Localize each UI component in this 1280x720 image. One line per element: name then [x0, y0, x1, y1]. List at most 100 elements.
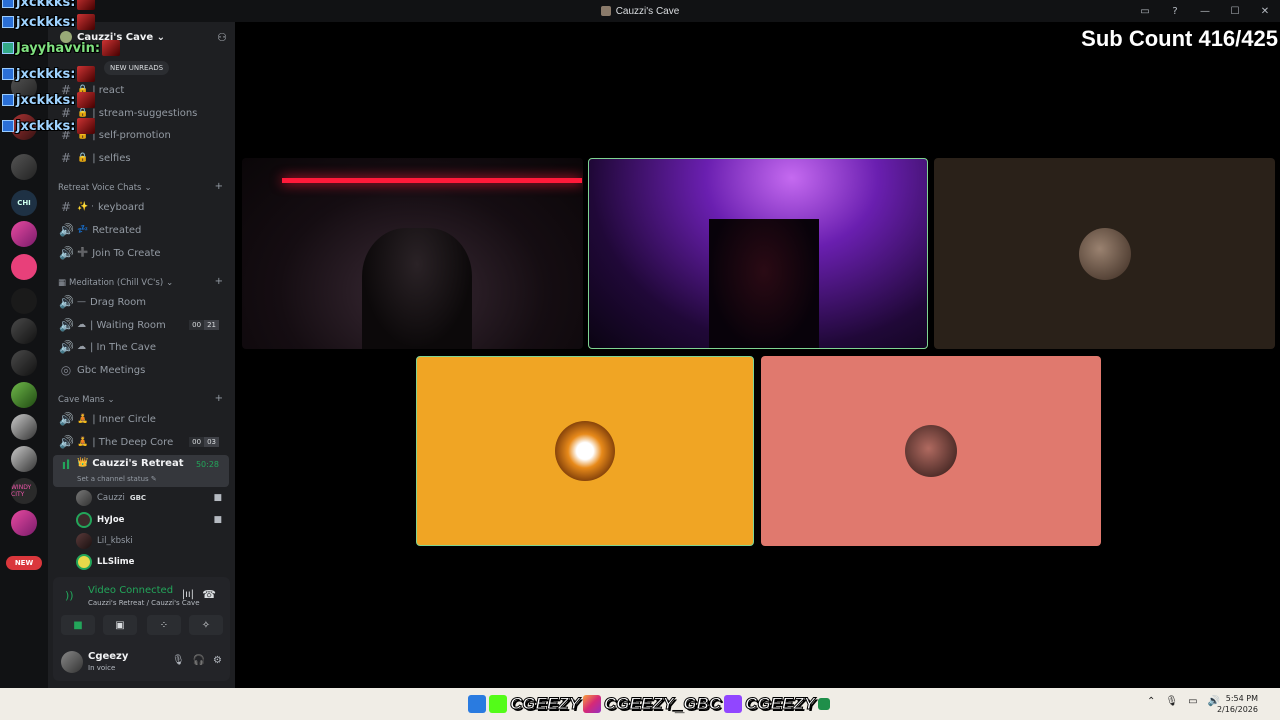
video-tile-speaking[interactable]	[588, 158, 928, 349]
channel-item[interactable]: # 🔒 | selfies	[53, 148, 229, 168]
emote-icon	[77, 0, 96, 10]
gear-icon[interactable]: ⚙	[213, 655, 222, 666]
voice-channel-item[interactable]: 🔊 ➕ Join To Create	[53, 243, 229, 263]
system-tray: ⌃ 🎙 ▭ 🔊	[1147, 696, 1220, 707]
server-icon[interactable]	[11, 382, 37, 408]
chat-user: jxckkks:	[16, 92, 76, 108]
channel-name: keyboard	[97, 201, 145, 213]
voice-user[interactable]: Cauzzi GBC ■	[76, 489, 226, 507]
channel-name: | In The Cave	[90, 341, 156, 353]
voice-channel-item[interactable]: 🔊 — Drag Room	[53, 292, 229, 312]
badge-icon	[2, 0, 14, 8]
avatar	[555, 421, 615, 481]
emote-icon	[77, 14, 96, 30]
user-panel: Cgeezy In voice 🎙 🎧 ⚙	[61, 647, 226, 677]
maximize-button[interactable]: ☐	[1220, 6, 1250, 17]
discord-app: Cauzzi's Cave ▭ ? — ☐ ✕ CHI WINDY CITY N…	[0, 0, 1280, 688]
voice-channel-item[interactable]: 🔊 💤 Retreated	[53, 220, 229, 240]
server-icon[interactable]	[11, 350, 37, 376]
server-icon[interactable]	[11, 510, 37, 536]
avatar	[76, 533, 92, 549]
social-handle: CGEEZY_GBC	[603, 694, 722, 714]
minimize-button[interactable]: —	[1190, 6, 1220, 17]
server-icon[interactable]	[11, 318, 37, 344]
voice-user[interactable]: Lil_kbski	[76, 532, 226, 550]
new-badge[interactable]: NEW	[6, 556, 42, 570]
excel-icon[interactable]	[817, 698, 830, 710]
voice-channel-item[interactable]: 🔊 🧘 | The Deep Core 00 03	[53, 432, 229, 452]
channel-emoji: ☁	[77, 342, 86, 352]
video-tile[interactable]	[242, 158, 583, 349]
server-icon[interactable]	[11, 254, 37, 280]
soundboard-button[interactable]: ✧	[189, 615, 223, 635]
avatar-tile-speaking[interactable]	[416, 356, 754, 546]
category-header[interactable]: ▦ Meditation (Chill VC's) ⌄	[58, 278, 173, 288]
voice-channel-item[interactable]: 🔊 ☁ | Waiting Room 00 21	[53, 315, 229, 335]
voice-activity-icon: ıl	[61, 458, 71, 472]
avatar	[905, 425, 957, 477]
hash-icon: #	[60, 200, 72, 214]
server-icon[interactable]	[11, 446, 37, 472]
help-icon[interactable]: ?	[1160, 6, 1190, 17]
signal-icon[interactable]: ))	[65, 589, 74, 602]
chat-line: jxckkks:	[2, 14, 96, 30]
clock-time: 5:54 PM	[1225, 694, 1258, 703]
emote-icon	[77, 118, 96, 134]
category-name: Meditation (Chill VC's)	[69, 278, 164, 288]
chat-user: jxckkks:	[16, 118, 76, 134]
camera-button[interactable]: ■	[61, 615, 95, 635]
add-channel-icon[interactable]: +	[215, 276, 223, 287]
server-icon[interactable]	[11, 288, 37, 314]
add-channel-icon[interactable]: +	[215, 393, 223, 404]
microphone-icon[interactable]: 🎙	[1165, 696, 1178, 707]
speaker-icon: 🔊	[59, 412, 74, 426]
clock[interactable]: 5:54 PM 2/16/2026	[1217, 693, 1258, 715]
server-icon[interactable]	[11, 154, 37, 180]
user-count-current: 00	[189, 437, 205, 447]
channel-name: Drag Room	[90, 296, 146, 308]
voice-channel-item[interactable]: 🔊 🧘 | Inner Circle	[53, 409, 229, 429]
social-handle: CGEEZY	[745, 694, 816, 714]
channel-name: | Waiting Room	[90, 319, 166, 331]
microphone-icon[interactable]: 🎙	[172, 655, 185, 666]
screen-share-button[interactable]: ▣	[103, 615, 137, 635]
category-header[interactable]: Retreat Voice Chats ⌄	[58, 183, 152, 193]
server-icon-chi[interactable]: CHI	[11, 190, 37, 216]
window-title: Cauzzi's Cave	[600, 6, 679, 17]
noise-suppression-icon[interactable]: |ıı|	[182, 589, 194, 600]
chevron-up-icon[interactable]: ⌃	[1147, 696, 1155, 707]
close-button[interactable]: ✕	[1250, 6, 1280, 17]
disconnect-icon[interactable]: ☎	[202, 588, 216, 601]
user-name[interactable]: Cgeezy	[88, 651, 128, 662]
voice-user[interactable]: HyJoe ■	[76, 511, 226, 529]
avatar[interactable]	[61, 651, 83, 673]
network-icon[interactable]: ▭	[1188, 696, 1197, 707]
server-icon-windy-city[interactable]: WINDY CITY	[11, 478, 37, 504]
voice-channel-item[interactable]: 🔊 ☁ | In The Cave	[53, 337, 229, 357]
server-icon[interactable]	[11, 414, 37, 440]
invite-icon[interactable]: ⚇	[217, 31, 227, 44]
user-count-limit: 03	[204, 437, 219, 447]
stage-channel-item[interactable]: ◎ Gbc Meetings	[53, 360, 229, 380]
channel-emoji: —	[77, 297, 86, 307]
category-header[interactable]: Cave Mans ⌄	[58, 395, 115, 405]
server-icon	[600, 6, 611, 16]
channel-name: Cauzzi's Retreat	[92, 458, 184, 469]
inbox-icon[interactable]: ▭	[1130, 6, 1160, 17]
voice-connection-panel: )) Video Connected Cauzzi's Retreat / Ca…	[53, 577, 230, 681]
avatar-tile[interactable]	[934, 158, 1275, 349]
voice-status-title[interactable]: Video Connected	[88, 585, 173, 596]
channel-item[interactable]: # ✨ · keyboard	[53, 197, 229, 217]
voice-user-name: HyJoe	[97, 515, 125, 525]
chevron-down-icon: ⌄	[144, 183, 152, 193]
headphones-icon[interactable]: 🎧	[193, 655, 205, 666]
activities-button[interactable]: ⁘	[147, 615, 181, 635]
add-channel-icon[interactable]: +	[215, 181, 223, 192]
channel-name: | Inner Circle	[92, 413, 156, 425]
voice-user[interactable]: LLSlime	[76, 553, 226, 571]
avatar-tile[interactable]	[761, 356, 1101, 546]
video-stage: Sub Count 416/425	[235, 22, 1280, 688]
server-icon[interactable]	[11, 221, 37, 247]
channel-status[interactable]: Set a channel status ✎	[77, 475, 157, 483]
twitch-icon	[724, 695, 743, 713]
